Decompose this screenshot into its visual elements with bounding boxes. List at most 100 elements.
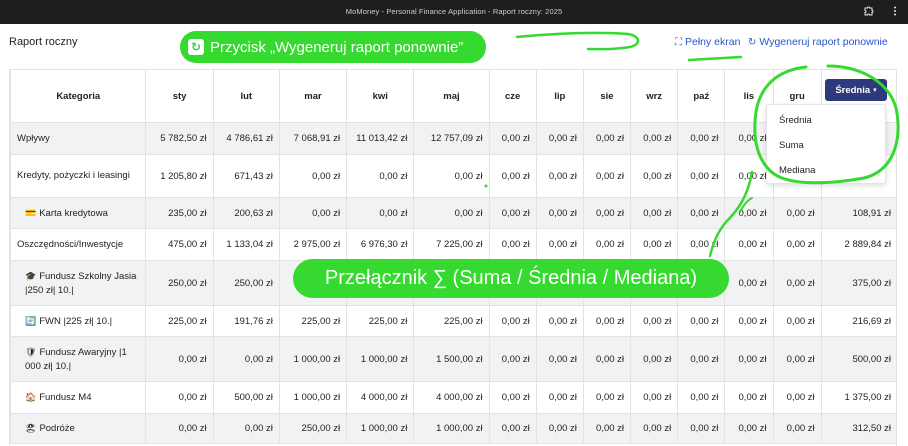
kebab-menu-icon[interactable] — [888, 5, 902, 19]
category-label: Wpływy — [17, 132, 50, 144]
annotation-regenerate: ↻ Przycisk „Wygeneruj raport ponownie” — [180, 31, 486, 63]
value-cell: 108,91 zł — [820, 197, 896, 229]
value-cell: 0,00 zł — [278, 197, 348, 229]
aggregate-dropdown-menu: Średnia Suma Mediana — [766, 104, 886, 184]
column-header-kwi[interactable]: kwi — [346, 69, 415, 123]
value-cell: 0,00 zł — [413, 197, 490, 229]
column-header-cze[interactable]: cze — [488, 69, 537, 123]
table-row[interactable]: 🏠 Fundusz M4 0,00 zł 500,00 zł 1 000,00 zł 4 … — [10, 381, 896, 414]
category-icon: 🎓 — [25, 270, 37, 281]
regenerate-report-button[interactable]: ↻ Wygeneruj raport ponownie — [748, 36, 888, 48]
value-cell: 0,00 zł — [677, 154, 726, 198]
value-cell: 4 000,00 zł — [346, 381, 415, 414]
value-cell: 0,00 zł — [582, 305, 632, 337]
value-cell: 0,00 zł — [677, 197, 726, 229]
value-cell: 235,00 zł — [145, 197, 214, 229]
value-cell: 500,00 zł — [820, 336, 896, 382]
value-cell: 0,00 zł — [677, 413, 726, 444]
column-header-kategoria[interactable]: Kategoria — [10, 69, 147, 123]
category-label: FWN |225 zł| 10.| — [39, 315, 113, 327]
value-cell: 191,76 zł — [212, 305, 280, 337]
value-cell: 225,00 zł — [278, 305, 348, 337]
aggregate-selected: Średnia — [835, 84, 871, 96]
table-row[interactable]: Kredyty, pożyczki i leasingi 1 205,80 zł 6… — [10, 154, 896, 198]
value-cell: 0,00 zł — [582, 413, 632, 444]
value-cell: 12 757,09 zł — [413, 122, 490, 155]
value-cell: 0,00 zł — [535, 154, 584, 198]
category-cell: 🛡 Fundusz Awaryjny |1 000 zł| 10.| — [10, 336, 147, 382]
category-label: Fundusz Szkolny Jasia |250 zł| 10.| — [25, 270, 137, 296]
column-header-sie[interactable]: sie — [582, 69, 632, 123]
value-cell: 375,00 zł — [820, 260, 896, 306]
aggregate-dropdown-button[interactable]: Średnia ▾ — [825, 79, 887, 101]
table-row[interactable]: Wpływy 5 782,50 zł 4 786,61 zł 7 068,91 zł 1… — [10, 122, 896, 155]
table-row[interactable]: 🏖 Podróże 0,00 zł 0,00 zł 250,00 zł 1 000,00 … — [10, 413, 896, 444]
value-cell: 0,00 zł — [346, 197, 415, 229]
value-cell: 225,00 zł — [413, 305, 490, 337]
value-cell: 0,00 zł — [488, 305, 537, 337]
column-header-paz[interactable]: paź — [677, 69, 726, 123]
column-header-maj[interactable]: maj — [413, 69, 490, 123]
value-cell: 0,00 zł — [772, 305, 822, 337]
value-cell: 0,00 zł — [630, 413, 679, 444]
value-cell: 2 889,84 zł — [820, 228, 896, 261]
window-titlebar: MoMoney - Personal Finance Application -… — [0, 0, 908, 24]
value-cell: 1 205,80 zł — [145, 154, 214, 198]
value-cell: 225,00 zł — [145, 305, 214, 337]
column-header-lip[interactable]: lip — [535, 69, 584, 123]
value-cell: 0,00 zł — [582, 336, 632, 382]
value-cell: 0,00 zł — [145, 413, 214, 444]
value-cell: 500,00 zł — [212, 381, 280, 414]
value-cell: 7 225,00 zł — [413, 228, 490, 261]
column-header-mar[interactable]: mar — [278, 69, 348, 123]
table-row[interactable]: Oszczędności/Inwestycje 475,00 zł 1 133,04… — [10, 228, 896, 261]
category-cell: Oszczędności/Inwestycje — [10, 228, 147, 261]
value-cell: 0,00 zł — [630, 336, 679, 382]
column-header-sty[interactable]: sty — [145, 69, 214, 123]
value-cell: 0,00 zł — [535, 305, 584, 337]
category-label: Fundusz Awaryjny |1 000 zł| 10.| — [25, 346, 127, 372]
value-cell: 0,00 zł — [488, 381, 537, 414]
value-cell: 0,00 zł — [488, 154, 537, 198]
value-cell: 0,00 zł — [677, 305, 726, 337]
value-cell: 2 975,00 zł — [278, 228, 348, 261]
table-header-row: Kategoria sty lut mar kwi maj cze lip si… — [10, 69, 896, 123]
column-header-lut[interactable]: lut — [212, 69, 280, 123]
value-cell: 0,00 zł — [677, 122, 726, 155]
value-cell: 0,00 zł — [488, 413, 537, 444]
value-cell: 0,00 zł — [488, 228, 537, 261]
table-row[interactable]: 🛡 Fundusz Awaryjny |1 000 zł| 10.| 0,00 zł… — [10, 336, 896, 382]
value-cell: 7 068,91 zł — [278, 122, 348, 155]
annotation-toggle-text: Przełącznik ∑ (Suma / Średnia / Mediana) — [324, 267, 698, 289]
value-cell: 250,00 zł — [278, 413, 348, 444]
value-cell: 0,00 zł — [724, 197, 774, 229]
value-cell: 0,00 zł — [413, 154, 490, 198]
puzzle-icon[interactable] — [862, 5, 876, 19]
value-cell: 0,00 zł — [772, 336, 822, 382]
value-cell: 475,00 zł — [145, 228, 214, 261]
value-cell: 0,00 zł — [630, 381, 679, 414]
aggregate-option-mediana[interactable]: Mediana — [767, 158, 885, 183]
value-cell: 0,00 zł — [630, 154, 679, 198]
category-cell: Wpływy — [10, 122, 147, 155]
aggregate-option-srednia[interactable]: Średnia — [767, 108, 885, 133]
value-cell: 4 786,61 zł — [212, 122, 280, 155]
refresh-icon: ↻ — [748, 36, 757, 48]
column-header-wrz[interactable]: wrz — [630, 69, 679, 123]
value-cell: 1 375,00 zł — [820, 381, 896, 414]
value-cell: 0,00 zł — [212, 336, 280, 382]
value-cell: 0,00 zł — [535, 197, 584, 229]
table-row[interactable]: 💳 Karta kredytowa 235,00 zł 200,63 zł 0,00 z… — [10, 197, 896, 229]
category-icon: 🏠 — [25, 392, 37, 402]
value-cell: 0,00 zł — [772, 260, 822, 306]
fullscreen-button[interactable]: ⛶ Pełny ekran — [675, 36, 740, 48]
value-cell: 0,00 zł — [535, 413, 584, 444]
aggregate-option-suma[interactable]: Suma — [767, 133, 885, 158]
value-cell: 0,00 zł — [677, 336, 726, 382]
category-cell: 🏠 Fundusz M4 — [10, 381, 147, 414]
value-cell: 200,63 zł — [212, 197, 280, 229]
table-row[interactable]: 🔄 FWN |225 zł| 10.| 225,00 zł 191,76 zł 225,… — [10, 305, 896, 337]
category-icon: 🛡 — [25, 346, 37, 357]
category-label: Fundusz M4 — [39, 392, 92, 403]
category-icon: 🔄 — [25, 315, 37, 326]
